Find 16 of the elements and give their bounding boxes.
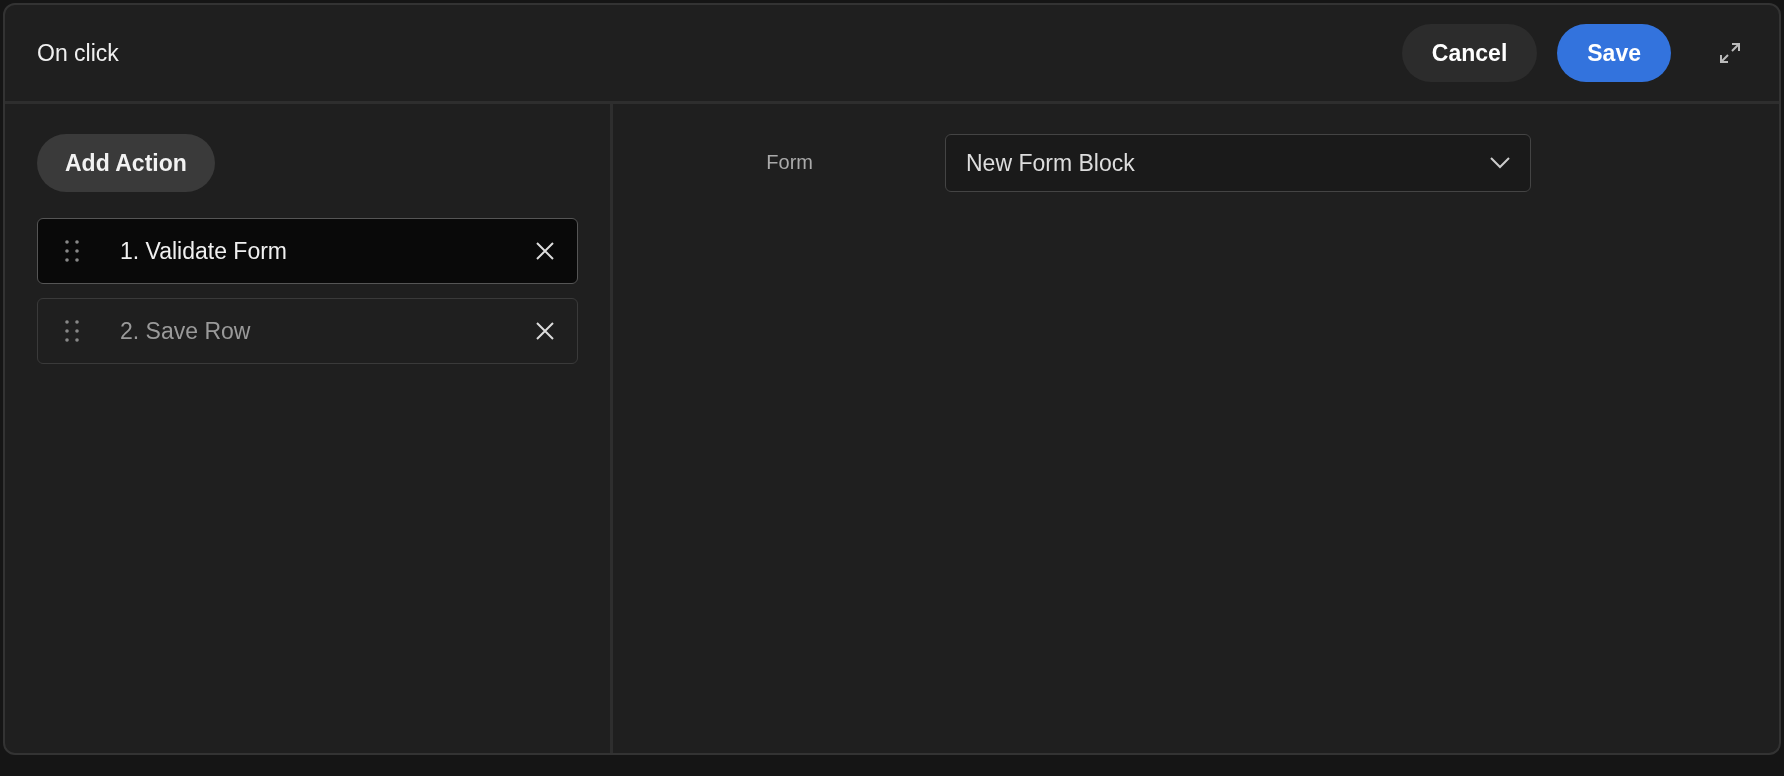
action-label: 1. Validate Form (120, 237, 289, 265)
add-action-button[interactable]: Add Action (37, 134, 215, 192)
form-label: Form (765, 151, 813, 174)
save-button[interactable]: Save (1557, 24, 1671, 82)
action-item[interactable]: 2. Save Row (37, 298, 578, 364)
form-select[interactable]: New Form Block (945, 134, 1531, 192)
close-icon[interactable] (535, 321, 555, 341)
close-icon[interactable] (535, 241, 555, 261)
expand-icon (1719, 42, 1741, 64)
cancel-button[interactable]: Cancel (1401, 24, 1538, 82)
dialog-title: On click (37, 39, 120, 67)
action-label: 2. Save Row (120, 317, 252, 345)
drag-handle-icon[interactable] (64, 319, 80, 343)
action-item[interactable]: 1. Validate Form (37, 218, 578, 284)
drag-handle-icon[interactable] (64, 239, 80, 263)
chevron-down-icon (1490, 157, 1510, 169)
